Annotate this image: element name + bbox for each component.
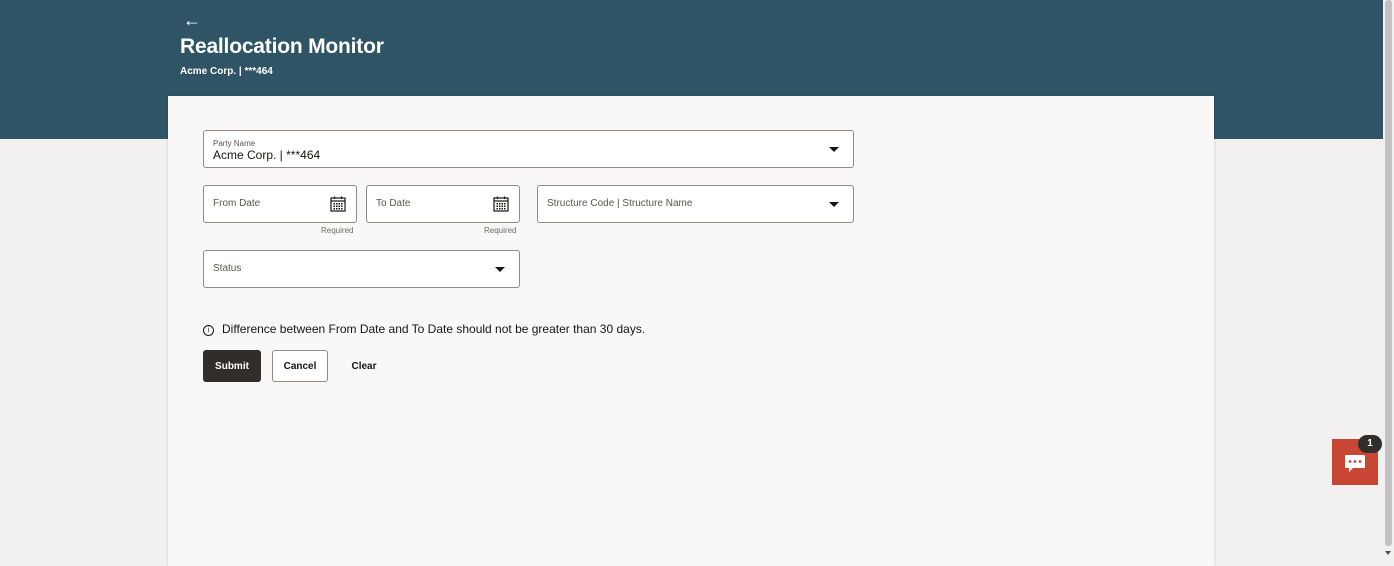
back-arrow-icon[interactable]: ← [183,10,201,30]
scroll-down-icon[interactable] [1385,551,1391,555]
structure-select[interactable]: Structure Code | Structure Name [537,185,854,223]
page-title: Reallocation Monitor [180,35,384,58]
chevron-down-icon [495,267,505,272]
vertical-scrollbar[interactable] [1383,0,1394,556]
to-date-placeholder: To Date [376,198,411,209]
info-text: Difference between From Date and To Date… [222,322,646,336]
status-placeholder: Status [213,263,242,274]
to-date-field[interactable]: To Date [366,185,520,223]
info-icon: i [203,325,214,336]
calendar-icon[interactable] [493,196,509,212]
chevron-down-icon [829,202,839,207]
to-date-hint: Required [484,226,517,235]
scrollbar-thumb[interactable] [1385,0,1392,546]
party-name-label: Party Name [213,139,256,148]
chevron-down-icon [829,147,839,152]
clear-button[interactable]: Clear [343,350,385,382]
page-subtitle: Acme Corp. | ***464 [180,66,273,77]
from-date-hint: Required [321,226,354,235]
status-select[interactable]: Status [203,250,520,288]
calendar-icon[interactable] [330,196,346,212]
cancel-button[interactable]: Cancel [272,350,328,382]
party-name-select[interactable]: Party Name Acme Corp. | ***464 [203,130,854,168]
party-name-value: Acme Corp. | ***464 [213,148,321,162]
from-date-field[interactable]: From Date [203,185,357,223]
date-range-info: i Difference between From Date and To Dat… [203,322,645,336]
submit-button[interactable]: Submit [203,350,261,382]
notification-badge: 1 [1358,435,1382,453]
from-date-placeholder: From Date [213,198,261,209]
structure-placeholder: Structure Code | Structure Name [547,198,693,209]
